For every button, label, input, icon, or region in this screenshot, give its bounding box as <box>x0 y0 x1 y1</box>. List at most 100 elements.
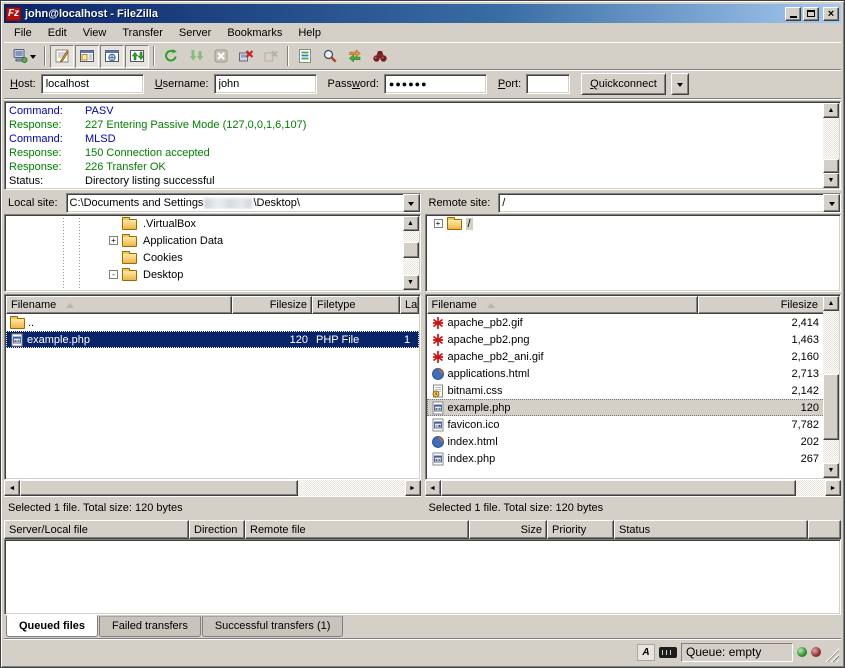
column-header-server-local-file[interactable]: Server/Local file <box>4 520 189 539</box>
file-row[interactable]: favicon.ico 7,782 <box>427 416 840 433</box>
local-file-list[interactable]: Filename Filesize Filetype Last modified… <box>4 294 421 480</box>
disconnect-button[interactable] <box>234 45 258 68</box>
scroll-up-icon[interactable]: ▲ <box>823 296 839 311</box>
file-row[interactable]: apache_pb2.gif 2,414 <box>427 314 840 331</box>
menu-help[interactable]: Help <box>290 24 329 42</box>
resize-grip[interactable] <box>825 648 839 662</box>
menu-bar: File Edit View Transfer Server Bookmarks… <box>4 23 841 43</box>
refresh-button[interactable] <box>159 45 183 68</box>
quickconnect-dropdown-button[interactable] <box>671 73 689 95</box>
username-input[interactable] <box>214 74 317 94</box>
local-horizontal-scrollbar[interactable]: ◄ ► <box>4 480 421 496</box>
toggle-remote-tree-button[interactable] <box>100 45 124 68</box>
cancel-operation-button[interactable] <box>209 45 233 68</box>
scroll-down-icon[interactable]: ▼ <box>823 463 839 478</box>
column-header-filesize[interactable]: Filesize <box>698 296 840 314</box>
tree-item[interactable]: + / <box>426 215 841 232</box>
scroll-down-icon[interactable]: ▼ <box>403 275 419 290</box>
process-queue-button[interactable] <box>184 45 208 68</box>
scroll-up-icon[interactable]: ▲ <box>823 103 839 118</box>
message-log[interactable]: Command:PASV Response:227 Entering Passi… <box>4 101 841 190</box>
menu-file[interactable]: File <box>6 24 40 42</box>
column-header-priority[interactable]: Priority <box>547 520 614 539</box>
menu-server[interactable]: Server <box>171 24 219 42</box>
scroll-thumb[interactable] <box>441 480 796 496</box>
close-button[interactable]: × <box>823 7 839 21</box>
column-header-filetype[interactable]: Filetype <box>312 296 400 314</box>
toggle-message-log-button[interactable] <box>50 45 74 68</box>
file-row[interactable]: applications.html 2,713 <box>427 365 840 382</box>
collapse-minus-icon[interactable]: - <box>109 270 118 279</box>
column-header-remote-file[interactable]: Remote file <box>245 520 469 539</box>
scroll-thumb[interactable] <box>823 374 839 440</box>
quickconnect-button[interactable]: Quickconnect <box>581 73 666 95</box>
scroll-thumb[interactable] <box>20 480 298 496</box>
column-header-last-modified[interactable]: Last modified <box>400 296 419 314</box>
menu-bookmarks[interactable]: Bookmarks <box>219 24 290 42</box>
scroll-thumb[interactable] <box>403 242 419 258</box>
combo-dropdown-button[interactable] <box>403 194 420 212</box>
scroll-thumb[interactable] <box>823 159 839 173</box>
menu-transfer[interactable]: Transfer <box>114 24 171 42</box>
host-input[interactable] <box>41 74 144 94</box>
tree-item[interactable]: - Desktop <box>5 266 420 283</box>
expand-plus-icon[interactable]: + <box>109 236 118 245</box>
remote-list-scrollbar[interactable]: ▲ ▼ <box>823 296 839 478</box>
minimize-button[interactable] <box>785 7 801 21</box>
synchronized-browsing-button[interactable] <box>343 45 367 68</box>
file-row[interactable]: apache_pb2_ani.gif 2,160 <box>427 348 840 365</box>
site-manager-button[interactable] <box>6 45 40 68</box>
tree-item[interactable]: .VirtualBox <box>5 215 420 232</box>
column-header-filename[interactable]: Filename <box>427 296 698 314</box>
menu-view[interactable]: View <box>75 24 115 42</box>
file-row-selected[interactable]: example.php 120 <box>427 399 840 416</box>
log-scrollbar[interactable]: ▲ ▼ <box>823 103 839 188</box>
queue-list[interactable] <box>4 539 841 615</box>
toggle-local-tree-button[interactable] <box>75 45 99 68</box>
scroll-right-icon[interactable]: ► <box>825 480 841 496</box>
port-input[interactable] <box>526 74 570 94</box>
local-site-combo[interactable]: C:\Documents and Settings\Desktop\ <box>66 193 421 213</box>
expand-plus-icon[interactable]: + <box>434 219 443 228</box>
menu-edit[interactable]: Edit <box>40 24 75 42</box>
local-status-text: Selected 1 file. Total size: 120 bytes <box>4 496 421 518</box>
column-header-status[interactable]: Status <box>614 520 808 539</box>
column-header-direction[interactable]: Direction <box>189 520 245 539</box>
toolbar <box>4 43 841 70</box>
file-name: example.php <box>27 334 90 346</box>
toggle-transfer-queue-button[interactable] <box>125 45 149 68</box>
tab-queued-files[interactable]: Queued files <box>6 615 98 637</box>
scroll-left-icon[interactable]: ◄ <box>425 480 441 496</box>
reconnect-button[interactable] <box>259 45 283 68</box>
password-input[interactable] <box>384 74 487 94</box>
scroll-up-icon[interactable]: ▲ <box>403 216 419 231</box>
filter-button[interactable] <box>293 45 317 68</box>
column-header-filesize[interactable]: Filesize <box>232 296 312 314</box>
column-header-filename[interactable]: Filename <box>6 296 232 314</box>
file-row[interactable]: apache_pb2.png 1,463 <box>427 331 840 348</box>
column-header-size[interactable]: Size <box>469 520 547 539</box>
title-bar[interactable]: Fz john@localhost - FileZilla × <box>4 4 841 23</box>
maximize-button[interactable] <box>803 7 819 21</box>
remote-file-list[interactable]: Filename Filesize apache_pb2.gif 2,414 a… <box>425 294 842 480</box>
tree-item[interactable]: Cookies <box>5 249 420 266</box>
scroll-down-icon[interactable]: ▼ <box>823 173 839 188</box>
tab-successful-transfers[interactable]: Successful transfers (1) <box>202 616 344 637</box>
tab-failed-transfers[interactable]: Failed transfers <box>99 616 201 637</box>
scroll-left-icon[interactable]: ◄ <box>4 480 20 496</box>
scroll-right-icon[interactable]: ► <box>405 480 421 496</box>
file-row[interactable]: index.html 202 <box>427 433 840 450</box>
file-row-updir[interactable]: .. <box>6 314 419 331</box>
tree-item[interactable]: + Application Data <box>5 232 420 249</box>
remote-directory-tree[interactable]: + / <box>425 214 842 292</box>
file-row-selected[interactable]: example.php 120 PHP File 1 <box>6 331 419 348</box>
find-files-button[interactable] <box>368 45 392 68</box>
file-row[interactable]: index.php 267 <box>427 450 840 467</box>
local-tree-scrollbar[interactable]: ▲ ▼ <box>403 216 419 290</box>
local-directory-tree[interactable]: .VirtualBox + Application Data Cookies -… <box>4 214 421 292</box>
remote-horizontal-scrollbar[interactable]: ◄ ► <box>425 480 842 496</box>
file-row[interactable]: bitnami.css 2,142 <box>427 382 840 399</box>
directory-comparison-button[interactable] <box>318 45 342 68</box>
combo-dropdown-button[interactable] <box>823 194 840 212</box>
remote-site-combo[interactable]: / <box>498 193 841 213</box>
